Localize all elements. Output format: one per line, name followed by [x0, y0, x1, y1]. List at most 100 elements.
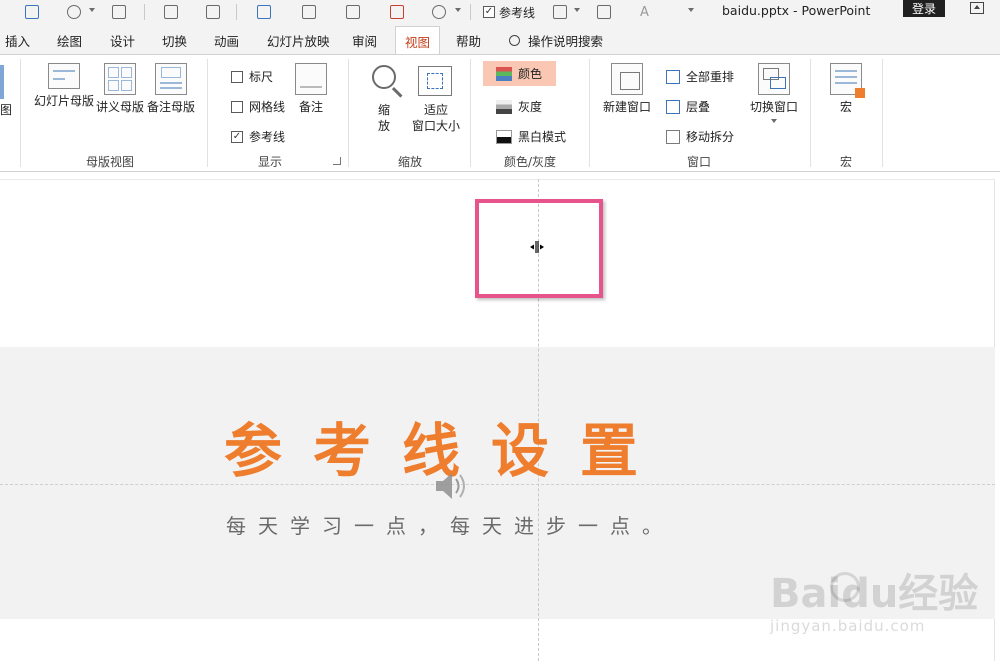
- checkbox-icon[interactable]: ✓: [483, 6, 495, 18]
- ribbon-tabs: 插入 绘图 设计 切换 动画 幻灯片放映 审阅 视图 帮助 操作说明搜索: [0, 26, 1000, 55]
- slide-subtitle[interactable]: 每天学习一点，每天进步一点。: [226, 510, 674, 539]
- chevron-down-icon[interactable]: [89, 8, 95, 12]
- paw-icon: [830, 572, 860, 602]
- document-title: baidu.pptx - PowerPoint: [722, 3, 871, 18]
- zoom-label-line2: 放: [378, 119, 391, 133]
- slide-master-icon: [48, 63, 80, 89]
- text-box-icon[interactable]: [112, 3, 126, 21]
- move-split-label: 移动拆分: [686, 130, 735, 144]
- start-slideshow-icon[interactable]: [164, 3, 178, 21]
- speaker-icon[interactable]: [432, 469, 472, 503]
- tell-me-search[interactable]: 操作说明搜索: [509, 26, 603, 54]
- format-painter-icon[interactable]: [346, 3, 360, 21]
- new-window-icon: [611, 63, 643, 95]
- tab-slideshow[interactable]: 幻灯片放映: [267, 26, 330, 54]
- view-grid-icon[interactable]: [553, 3, 567, 21]
- guides-checkbox[interactable]: ✓: [231, 130, 243, 143]
- tab-view[interactable]: 视图: [395, 26, 441, 55]
- ruler-checkbox[interactable]: [231, 70, 243, 83]
- tab-draw[interactable]: 绘图: [57, 26, 82, 54]
- cascade-icon: [666, 99, 680, 114]
- show-dialog-launcher-icon[interactable]: [333, 157, 341, 165]
- fit-to-window-icon[interactable]: [418, 66, 452, 96]
- switch-windows-label: 切换窗口: [750, 100, 799, 114]
- watermark-url: jingyan.baidu.com: [770, 617, 926, 635]
- grayscale-button[interactable]: 灰度: [496, 98, 542, 115]
- shape-format-icon[interactable]: [67, 3, 81, 21]
- slide-master-label: 幻灯片母版: [34, 94, 95, 108]
- arrange-all-button[interactable]: 全部重排: [666, 68, 734, 85]
- fit-label-line2: 窗口大小: [411, 119, 460, 133]
- color-button[interactable]: 颜色: [483, 61, 556, 86]
- chevron-down-icon[interactable]: [455, 8, 461, 12]
- group-label-macros: 宏: [839, 155, 852, 169]
- notes-master-button[interactable]: 备注母版: [147, 63, 195, 115]
- ribbon-display-options-icon[interactable]: [970, 2, 984, 14]
- group-divider: [348, 59, 349, 167]
- macros-icon: [830, 63, 865, 98]
- macros-button[interactable]: 宏: [830, 63, 865, 115]
- login-button[interactable]: 登录: [903, 0, 945, 17]
- notes-label: 备注: [298, 100, 323, 114]
- cascade-label: 层叠: [686, 100, 711, 114]
- handout-master-label: 讲义母版: [96, 100, 145, 114]
- zoom-button[interactable]: 缩 放: [378, 102, 390, 134]
- presentation-icon[interactable]: [25, 3, 39, 21]
- group-divider: [20, 59, 21, 167]
- presentation-views-icon[interactable]: [0, 65, 4, 99]
- zoom-icon[interactable]: [372, 65, 396, 89]
- handout-master-button[interactable]: 讲义母版: [96, 63, 144, 115]
- group-divider: [470, 59, 471, 167]
- gridlines-toggle[interactable]: 网格线: [231, 98, 285, 115]
- cascade-button[interactable]: 层叠: [666, 98, 710, 115]
- tab-insert[interactable]: 插入: [5, 26, 30, 54]
- ruler-label: 标尺: [249, 70, 274, 84]
- group-label-zoom: 缩放: [397, 155, 422, 169]
- selection-pane-icon[interactable]: [302, 3, 316, 21]
- guides-label: 参考线: [249, 130, 286, 144]
- animation-icon[interactable]: [257, 3, 271, 21]
- fit-to-window-button[interactable]: 适应 窗口大小: [411, 102, 461, 134]
- new-window-button[interactable]: 新建窗口: [603, 63, 651, 115]
- tab-review[interactable]: 审阅: [352, 26, 377, 54]
- tab-design[interactable]: 设计: [110, 26, 135, 54]
- group-label-master-views: 母版视图: [85, 155, 134, 169]
- quick-access-guides-toggle[interactable]: ✓ 参考线: [483, 3, 535, 21]
- black-white-button[interactable]: 黑白模式: [496, 128, 566, 145]
- ruler-toggle[interactable]: 标尺: [231, 68, 273, 85]
- shapes-icon[interactable]: [432, 3, 446, 21]
- font-color-icon[interactable]: A: [640, 3, 649, 21]
- group-divider: [810, 59, 811, 167]
- ribbon-view: 图 幻灯片母版 讲义母版 备注母版 母版视图 标尺 网格线 ✓ 参考线 备注 显…: [0, 54, 1000, 172]
- notes-master-icon: [155, 63, 187, 95]
- guides-label: 参考线: [499, 5, 536, 20]
- switch-windows-button[interactable]: 切换窗口: [750, 63, 799, 123]
- guides-toggle[interactable]: ✓ 参考线: [231, 128, 285, 145]
- slide-master-button[interactable]: 幻灯片母版: [34, 63, 94, 109]
- fit-label-line1: 适应: [423, 103, 448, 117]
- presentation-views-label: 图: [0, 103, 13, 117]
- notes-button[interactable]: 备注: [295, 63, 327, 115]
- slide-border: [0, 179, 995, 180]
- black-white-swatch-icon: [496, 129, 512, 144]
- present-from-current-icon[interactable]: [206, 3, 220, 21]
- tab-animations[interactable]: 动画: [214, 26, 239, 54]
- group-label-show: 显示: [257, 155, 282, 169]
- macros-label: 宏: [839, 100, 852, 114]
- gridlines-checkbox[interactable]: [231, 100, 243, 113]
- divider: [236, 4, 237, 20]
- grayscale-label: 灰度: [518, 100, 543, 114]
- chevron-down-icon: [771, 119, 777, 123]
- tab-help[interactable]: 帮助: [456, 26, 481, 54]
- layout-icon[interactable]: [390, 3, 404, 21]
- chevron-down-icon[interactable]: [574, 8, 580, 12]
- group-label-color-grayscale: 颜色/灰度: [503, 155, 557, 169]
- tab-transitions[interactable]: 切换: [162, 26, 187, 54]
- pen-icon[interactable]: [597, 3, 611, 21]
- customize-toolbar-icon[interactable]: [688, 8, 694, 12]
- switch-windows-icon: [758, 63, 790, 95]
- move-split-icon: [666, 129, 680, 144]
- group-label-window: 窗口: [686, 155, 711, 169]
- move-split-button[interactable]: 移动拆分: [666, 128, 734, 145]
- tell-me-label: 操作说明搜索: [528, 33, 604, 49]
